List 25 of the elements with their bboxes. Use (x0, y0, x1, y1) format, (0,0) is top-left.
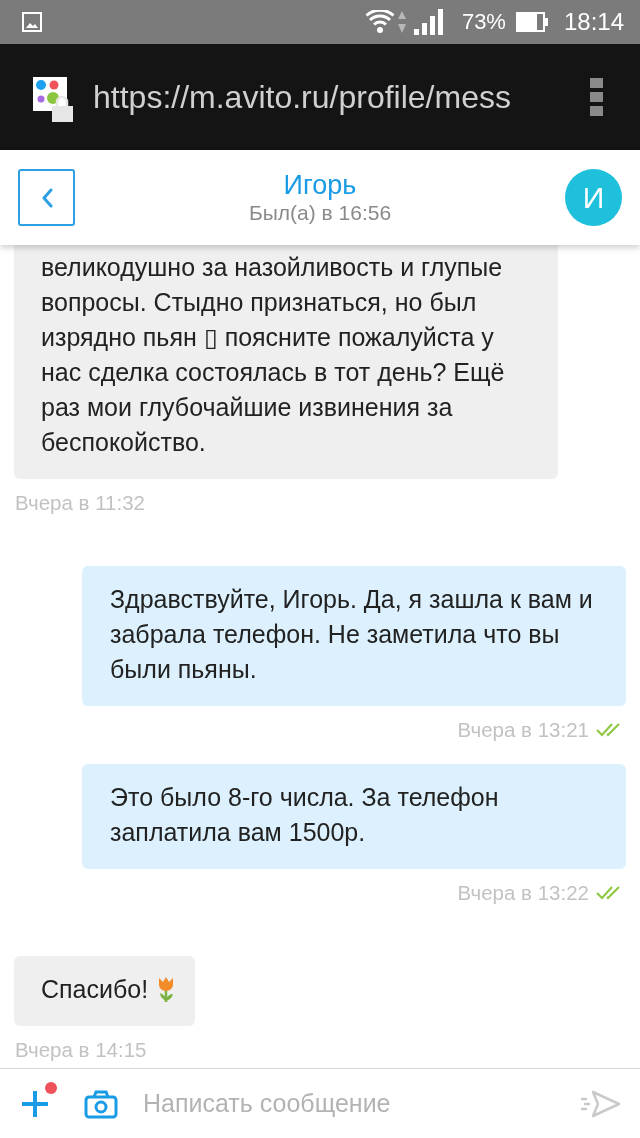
data-arrows-icon (397, 11, 406, 33)
message-time: Вчера в 13:21 (457, 718, 589, 742)
message-input[interactable]: Написать сообщение (143, 1083, 568, 1124)
message-time: Вчера в 14:15 (15, 1038, 147, 1062)
back-button[interactable] (18, 169, 75, 226)
message-time: Вчера в 13:22 (457, 881, 589, 905)
signal-icon (413, 9, 444, 35)
clock-time: 18:14 (563, 9, 624, 35)
battery-percent: 73% (461, 9, 506, 35)
message-text: Это было 8-го числа. За телефон заплатила вам 1500р. (110, 782, 500, 848)
last-seen-text: Был(а) в 16:56 (248, 200, 392, 226)
camera-icon (84, 1088, 118, 1119)
image-icon (22, 12, 42, 32)
wifi-icon (364, 10, 395, 34)
message-text: великодушно за назойливость и глупые вопросы. Стыдно признаться, но был изрядно пьян ▯ поясните пожалуйста у нас сделка состоялась в тот день? Ещё раз мои глубочайшие извинения за беспокойство. (41, 252, 506, 458)
send-icon (579, 1088, 621, 1119)
contact-name: Игорь (283, 169, 357, 200)
address-field[interactable]: https://m.avito.ru/profile/mess (93, 78, 580, 116)
message-text: Здравствуйте, Игорь. Да, я зашла к вам и забрала телефон. Не заметила что вы были пьяны. (110, 584, 594, 685)
message-text: Спасибо! (41, 974, 149, 1005)
menu-icon[interactable] (590, 78, 604, 116)
plus-icon (20, 1088, 50, 1119)
battery-icon (515, 12, 548, 32)
chevron-left-icon (40, 187, 53, 208)
message-time: Вчера в 11:32 (15, 491, 145, 515)
